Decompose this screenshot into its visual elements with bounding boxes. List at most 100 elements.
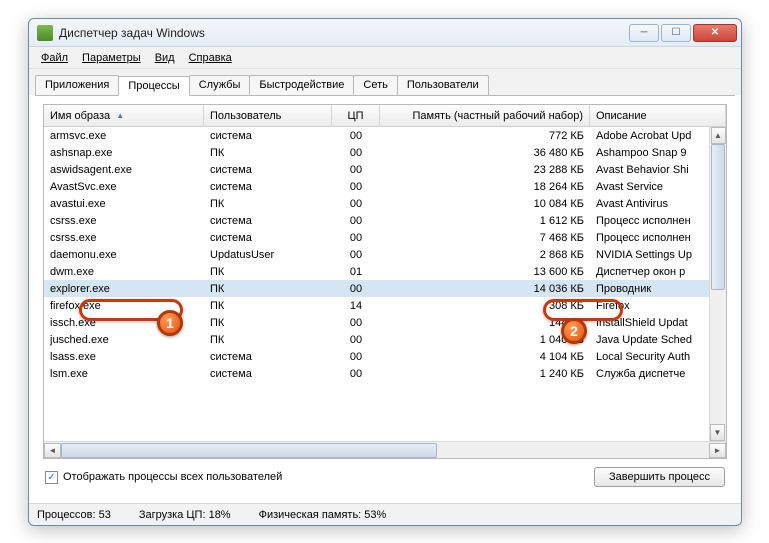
cell: ПК (204, 282, 332, 296)
tab-applications[interactable]: Приложения (35, 75, 119, 95)
maximize-button[interactable]: ☐ (661, 24, 691, 42)
cell: AvastSvc.exe (44, 180, 204, 194)
col-user[interactable]: Пользователь (204, 105, 332, 126)
col-description[interactable]: Описание (590, 105, 726, 126)
minimize-button[interactable]: ─ (629, 24, 659, 42)
cell: Процесс исполнен (590, 214, 726, 228)
cell: Avast Behavior Shi (590, 163, 726, 177)
menu-view[interactable]: Вид (149, 50, 181, 66)
tab-users[interactable]: Пользователи (397, 75, 489, 95)
scroll-right-button[interactable]: ► (709, 443, 726, 458)
scroll-down-button[interactable]: ▼ (710, 424, 725, 441)
cell: armsvc.exe (44, 129, 204, 143)
end-process-button[interactable]: Завершить процесс (594, 467, 725, 487)
tab-processes[interactable]: Процессы (118, 76, 189, 96)
table-row[interactable]: csrss.exeсистема007 468 КБПроцесс исполн… (44, 229, 726, 246)
table-row[interactable]: jusched.exeПК001 040 КБJava Update Sched (44, 331, 726, 348)
table-row[interactable]: lsm.exeсистема001 240 КБСлужба диспетче (44, 365, 726, 382)
cell: ПК (204, 265, 332, 279)
cell: 14 (332, 299, 380, 313)
cell: 00 (332, 231, 380, 245)
close-button[interactable]: ✕ (693, 24, 737, 42)
cell: lsm.exe (44, 367, 204, 381)
cell: csrss.exe (44, 231, 204, 245)
show-all-users-checkbox[interactable]: ✓ Отображать процессы всех пользователей (45, 471, 282, 484)
horizontal-scrollbar[interactable]: ◄ ► (44, 441, 726, 458)
cell: 00 (332, 316, 380, 330)
table-row[interactable]: issch.exeПК00144 КБInstallShield Updat (44, 314, 726, 331)
cell: NVIDIA Settings Up (590, 248, 726, 262)
cell: система (204, 180, 332, 194)
cell: Java Update Sched (590, 333, 726, 347)
cell: 144 КБ (380, 316, 590, 330)
cell: Avast Antivirus (590, 197, 726, 211)
cell: 00 (332, 146, 380, 160)
status-cpu: Загрузка ЦП: 18% (139, 509, 231, 521)
statusbar: Процессов: 53 Загрузка ЦП: 18% Физическа… (29, 503, 741, 525)
cell: Firefox (590, 299, 726, 313)
col-image-name[interactable]: Имя образа▲ (44, 105, 204, 126)
cell: InstallShield Updat (590, 316, 726, 330)
table-row[interactable]: dwm.exeПК0113 600 КБДиспетчер окон р (44, 263, 726, 280)
tab-strip: Приложения Процессы Службы Быстродействи… (29, 69, 741, 95)
window-title: Диспетчер задач Windows (59, 26, 627, 40)
status-memory: Физическая память: 53% (259, 509, 387, 521)
cell: lsass.exe (44, 350, 204, 364)
vscroll-thumb[interactable] (711, 144, 725, 290)
table-row[interactable]: csrss.exeсистема001 612 КБПроцесс исполн… (44, 212, 726, 229)
cell: 00 (332, 333, 380, 347)
table-row[interactable]: firefox.exeПК14308 КБFirefox (44, 297, 726, 314)
sort-asc-icon: ▲ (116, 111, 124, 120)
cell: ПК (204, 197, 332, 211)
cell: aswidsagent.exe (44, 163, 204, 177)
col-memory[interactable]: Память (частный рабочий набор) (380, 105, 590, 126)
cell: система (204, 214, 332, 228)
table-row[interactable]: daemonu.exeUpdatusUser002 868 КБNVIDIA S… (44, 246, 726, 263)
cell: csrss.exe (44, 214, 204, 228)
table-row[interactable]: explorer.exeПК0014 036 КБПроводник (44, 280, 726, 297)
tab-services[interactable]: Службы (189, 75, 251, 95)
cell: система (204, 231, 332, 245)
vertical-scrollbar[interactable]: ▲ ▼ (709, 127, 726, 441)
cell: 772 КБ (380, 129, 590, 143)
cell: 7 468 КБ (380, 231, 590, 245)
tab-performance[interactable]: Быстродействие (249, 75, 354, 95)
cell: Ashampoo Snap 9 (590, 146, 726, 160)
tab-network[interactable]: Сеть (353, 75, 397, 95)
cell: 00 (332, 367, 380, 381)
cell: 00 (332, 197, 380, 211)
cell: dwm.exe (44, 265, 204, 279)
cell: Local Security Auth (590, 350, 726, 364)
checkbox-icon: ✓ (45, 471, 58, 484)
col-cpu[interactable]: ЦП (332, 105, 380, 126)
table-row[interactable]: ashsnap.exeПК0036 480 КБAshampoo Snap 9 (44, 144, 726, 161)
cell: 1 240 КБ (380, 367, 590, 381)
annotation-badge-1: 1 (157, 310, 183, 336)
hscroll-thumb[interactable] (61, 443, 437, 458)
titlebar[interactable]: Диспетчер задач Windows ─ ☐ ✕ (29, 19, 741, 47)
cell: 308 КБ (380, 299, 590, 313)
table-row[interactable]: aswidsagent.exeсистема0023 288 КБAvast B… (44, 161, 726, 178)
cell: 13 600 КБ (380, 265, 590, 279)
cell: 00 (332, 163, 380, 177)
cell: explorer.exe (44, 282, 204, 296)
menu-file[interactable]: Файл (35, 50, 74, 66)
cell: Adobe Acrobat Upd (590, 129, 726, 143)
cell: jusched.exe (44, 333, 204, 347)
status-processes: Процессов: 53 (37, 509, 111, 521)
scroll-up-button[interactable]: ▲ (711, 127, 726, 144)
cell: система (204, 367, 332, 381)
cell: ПК (204, 333, 332, 347)
table-row[interactable]: lsass.exeсистема004 104 КБLocal Security… (44, 348, 726, 365)
cell: 4 104 КБ (380, 350, 590, 364)
cell: 1 040 КБ (380, 333, 590, 347)
menu-help[interactable]: Справка (183, 50, 238, 66)
task-manager-window: Диспетчер задач Windows ─ ☐ ✕ Файл Парам… (28, 18, 742, 526)
scroll-left-button[interactable]: ◄ (44, 443, 61, 458)
menu-options[interactable]: Параметры (76, 50, 147, 66)
cell: 00 (332, 248, 380, 262)
tab-content: Имя образа▲ Пользователь ЦП Память (част… (35, 95, 735, 497)
table-row[interactable]: avastui.exeПК0010 084 КБAvast Antivirus (44, 195, 726, 212)
table-row[interactable]: AvastSvc.exeсистема0018 264 КБAvast Serv… (44, 178, 726, 195)
table-row[interactable]: armsvc.exeсистема00772 КБAdobe Acrobat U… (44, 127, 726, 144)
